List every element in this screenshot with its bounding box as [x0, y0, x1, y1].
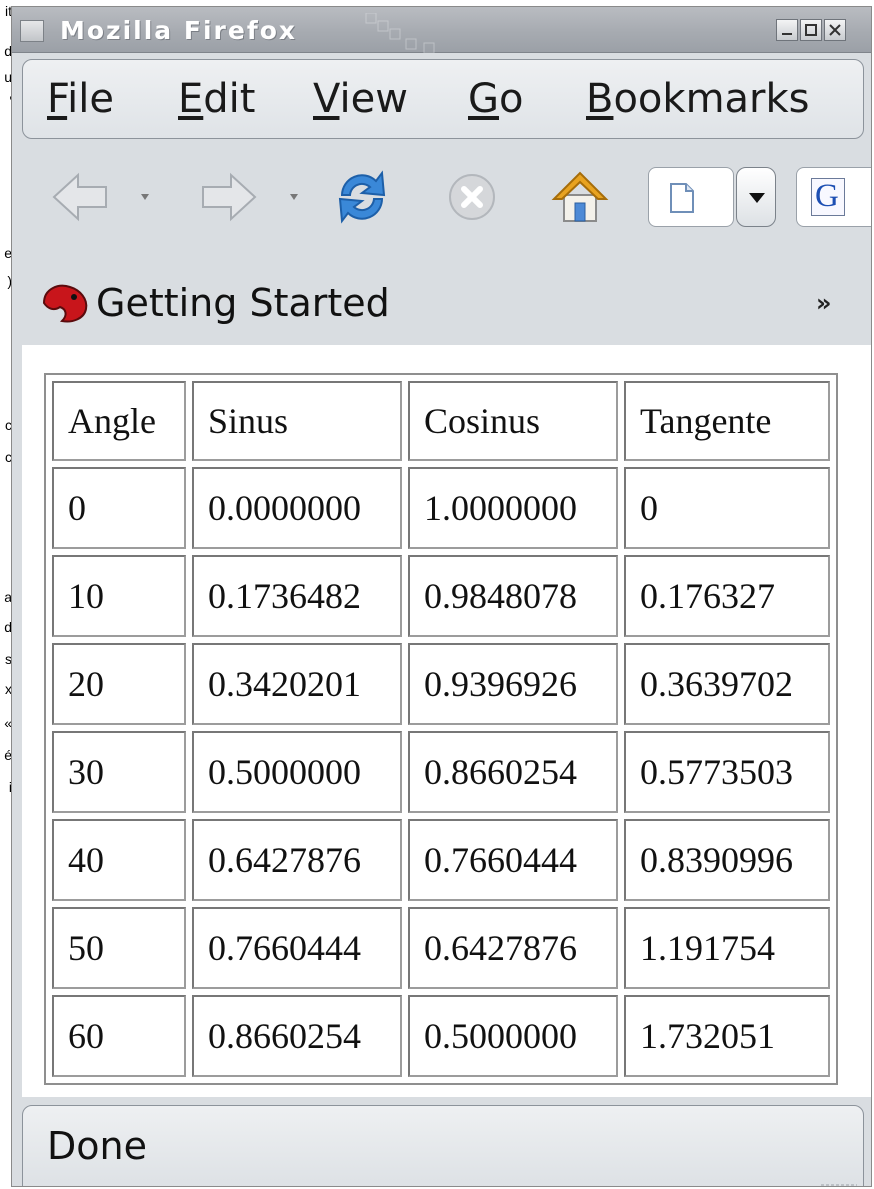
dropdown-arrow-icon	[749, 193, 765, 203]
table-row: 50 0.7660444 0.6427876 1.191754	[52, 907, 830, 989]
table-cell: 0.7660444	[408, 819, 618, 901]
menu-file-mnemonic: F	[47, 76, 68, 122]
maximize-button[interactable]	[800, 19, 822, 41]
table-cell: 0	[52, 467, 186, 549]
firefox-bookmark-icon	[42, 284, 88, 323]
minimize-icon	[782, 33, 792, 35]
table-cell: 0.176327	[624, 555, 830, 637]
table-cell: 20	[52, 643, 186, 725]
bookmarks-toolbar: Getting Started »	[12, 267, 871, 343]
titlebar-decoration-icon	[365, 13, 435, 53]
resize-grip-icon[interactable]	[819, 1178, 859, 1186]
table-cell: 60	[52, 995, 186, 1077]
menu-edit-label: dit	[203, 76, 256, 122]
table-cell: 0.9848078	[408, 555, 618, 637]
close-button[interactable]	[824, 19, 846, 41]
table-cell: 0.5000000	[408, 995, 618, 1077]
table-cell: 1.0000000	[408, 467, 618, 549]
table-row: 20 0.3420201 0.9396926 0.3639702	[52, 643, 830, 725]
menu-view-mnemonic: V	[313, 76, 340, 122]
title-bar[interactable]: Mozilla Firefox	[12, 7, 871, 53]
forward-dropdown-icon[interactable]	[289, 193, 299, 201]
menu-edit-mnemonic: E	[178, 76, 204, 122]
google-search-icon[interactable]: G	[811, 178, 845, 216]
table-cell: 30	[52, 731, 186, 813]
table-cell: 0.8660254	[192, 995, 402, 1077]
menu-go[interactable]: Go	[468, 76, 523, 122]
table-row: 40 0.6427876 0.7660444 0.8390996	[52, 819, 830, 901]
bookmarks-overflow-button[interactable]: »	[816, 289, 832, 317]
bookmark-getting-started[interactable]: Getting Started	[96, 281, 390, 325]
column-header: Cosinus	[408, 381, 618, 461]
table-cell: 0.7660444	[192, 907, 402, 989]
table-cell: 0.6427876	[408, 907, 618, 989]
table-cell: 0.8660254	[408, 731, 618, 813]
back-arrow-icon[interactable]	[48, 165, 112, 229]
trig-table: Angle Sinus Cosinus Tangente 0 0.0000000 1…	[44, 373, 838, 1085]
home-icon[interactable]	[548, 165, 612, 229]
table-row: 60 0.8660254 0.5000000 1.732051	[52, 995, 830, 1077]
table-cell: 0.3420201	[192, 643, 402, 725]
status-text: Done	[47, 1124, 147, 1168]
table-cell: 0.8390996	[624, 819, 830, 901]
window-title: Mozilla Firefox	[60, 16, 297, 45]
table-row: 0 0.0000000 1.0000000 0	[52, 467, 830, 549]
minimize-button[interactable]	[776, 19, 798, 41]
menu-view[interactable]: View	[313, 76, 408, 122]
stop-icon[interactable]	[440, 165, 504, 229]
page-content: Angle Sinus Cosinus Tangente 0 0.0000000 1…	[22, 345, 871, 1097]
search-engine-letter: G	[815, 178, 839, 214]
forward-arrow-icon[interactable]	[197, 165, 261, 229]
back-dropdown-icon[interactable]	[140, 193, 150, 201]
table-cell: 0.3639702	[624, 643, 830, 725]
table-cell: 0.5773503	[624, 731, 830, 813]
table-cell: 0	[624, 467, 830, 549]
status-bar: Done	[22, 1105, 864, 1186]
menu-view-label: iew	[339, 76, 408, 122]
column-header: Tangente	[624, 381, 830, 461]
menu-file[interactable]: File	[47, 76, 114, 122]
table-cell: 40	[52, 819, 186, 901]
reload-icon[interactable]	[330, 165, 394, 229]
navigation-toolbar: G	[12, 147, 871, 257]
maximize-icon	[805, 24, 817, 36]
table-cell: 0.6427876	[192, 819, 402, 901]
window-menu-icon[interactable]	[20, 20, 44, 42]
menu-bar: File Edit View Go Bookmarks	[22, 59, 864, 139]
menu-bookmarks[interactable]: Bookmarks	[586, 76, 810, 122]
table-cell: 0.9396926	[408, 643, 618, 725]
table-cell: 10	[52, 555, 186, 637]
url-history-dropdown[interactable]	[736, 167, 776, 227]
column-header: Angle	[52, 381, 186, 461]
table-cell: 0.0000000	[192, 467, 402, 549]
table-row: 10 0.1736482 0.9848078 0.176327	[52, 555, 830, 637]
search-bar[interactable]: G	[796, 167, 871, 227]
menu-bookmarks-mnemonic: B	[586, 76, 614, 122]
close-icon	[829, 24, 841, 36]
table-cell: 0.1736482	[192, 555, 402, 637]
table-row: 30 0.5000000 0.8660254 0.5773503	[52, 731, 830, 813]
table-cell: 1.191754	[624, 907, 830, 989]
browser-window: Mozilla Firefox File Edit View Go Bookma…	[11, 6, 872, 1187]
menu-go-mnemonic: G	[468, 76, 499, 122]
menu-file-label: ile	[67, 76, 114, 122]
column-header: Sinus	[192, 381, 402, 461]
table-cell: 0.5000000	[192, 731, 402, 813]
table-cell: 1.732051	[624, 995, 830, 1077]
url-bar[interactable]	[648, 167, 734, 227]
table-header-row: Angle Sinus Cosinus Tangente	[52, 381, 830, 461]
menu-edit[interactable]: Edit	[178, 76, 255, 122]
page-icon	[670, 183, 694, 213]
menu-bookmarks-label: ookmarks	[613, 76, 810, 122]
menu-go-label: o	[499, 76, 524, 122]
table-cell: 50	[52, 907, 186, 989]
